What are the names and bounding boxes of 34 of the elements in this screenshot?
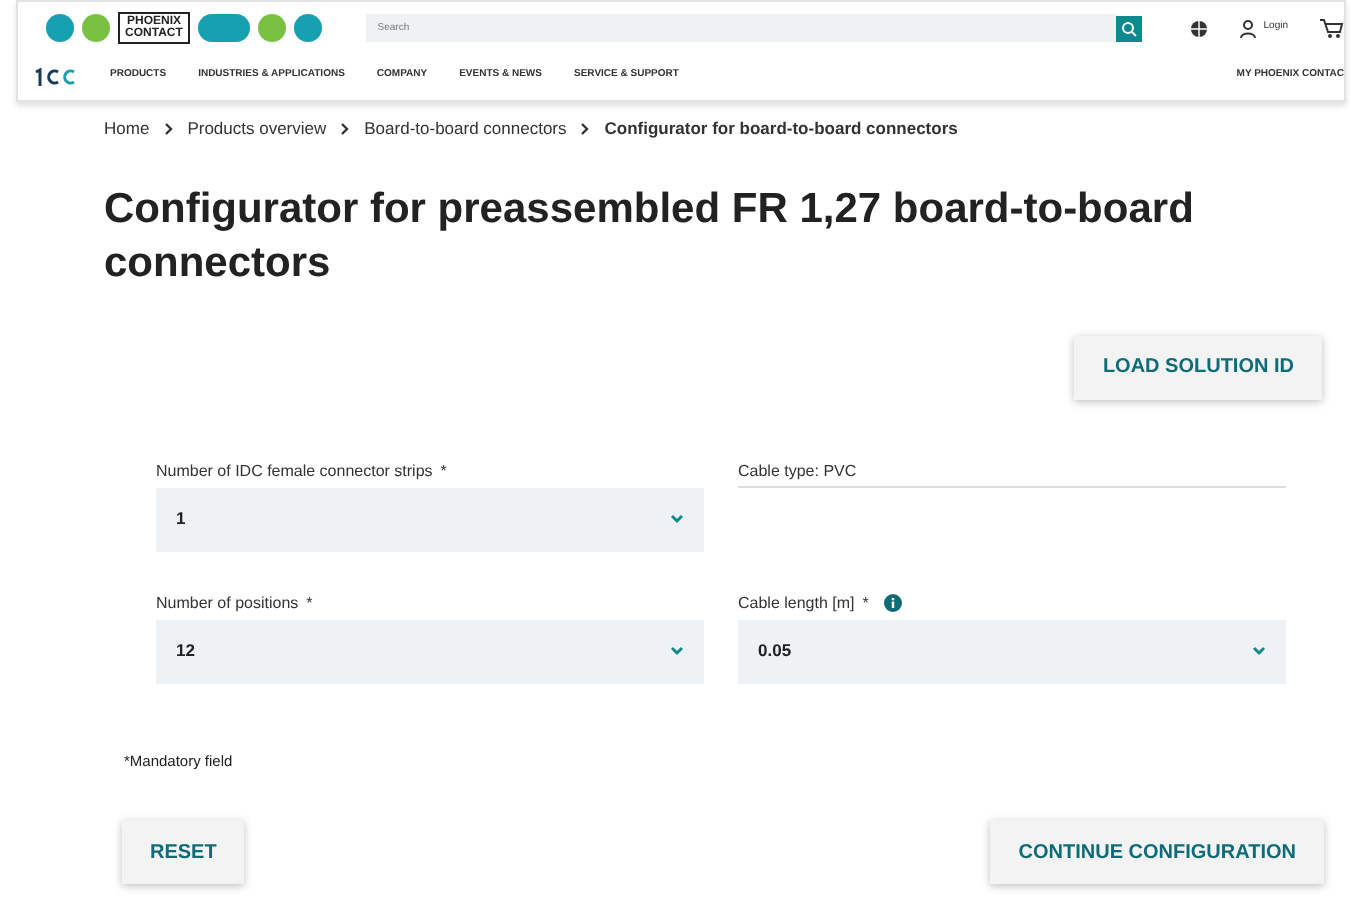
reset-button[interactable]: RESET <box>122 820 245 884</box>
chevron-right-icon <box>340 121 351 136</box>
logo-pill <box>198 14 250 42</box>
chevron-right-icon <box>580 121 591 136</box>
chevron-right-icon <box>163 121 174 136</box>
breadcrumb-current: Configurator for board-to-board connectors <box>604 116 958 142</box>
select-field[interactable]: 0.05 <box>738 619 1286 684</box>
cart-icon[interactable] <box>1320 18 1344 38</box>
breadcrumb-link[interactable]: Home <box>104 116 150 142</box>
logo-dot <box>46 14 74 42</box>
breadcrumb-link[interactable]: Products overview <box>187 116 327 142</box>
field-label: Cable type: PVC <box>738 459 857 484</box>
globe-icon[interactable] <box>1189 19 1208 37</box>
user-icon[interactable] <box>1239 19 1256 37</box>
field-label: Cable length [m] <box>738 591 855 616</box>
field-label: Number of IDC female connector strips <box>156 459 433 484</box>
continue-configuration-button[interactable]: CONTINUE CONFIGURATION <box>990 820 1324 884</box>
page-title: Configurator for preassembled FR 1,27 board-to-board connectors <box>104 183 1196 290</box>
load-solution-id-button[interactable]: LOAD SOLUTION ID <box>1074 335 1322 400</box>
chevron-down-icon <box>670 646 684 657</box>
logo-dot <box>82 14 110 42</box>
required-asterisk: * <box>440 459 447 484</box>
required-asterisk: * <box>306 591 313 616</box>
breadcrumb-link[interactable]: Board-to-board connectors <box>364 116 567 142</box>
field-label: Number of positions <box>156 591 299 616</box>
required-asterisk: * <box>862 591 869 616</box>
chevron-down-icon <box>670 514 684 525</box>
info-icon[interactable] <box>884 594 903 613</box>
anniversary-logo-drawing <box>34 67 78 85</box>
logo-dot <box>294 14 322 42</box>
select-field[interactable]: 12 <box>156 619 704 684</box>
logo-dot <box>258 14 286 42</box>
select-field[interactable]: 1 <box>156 487 704 552</box>
chevron-down-icon <box>1252 646 1266 657</box>
